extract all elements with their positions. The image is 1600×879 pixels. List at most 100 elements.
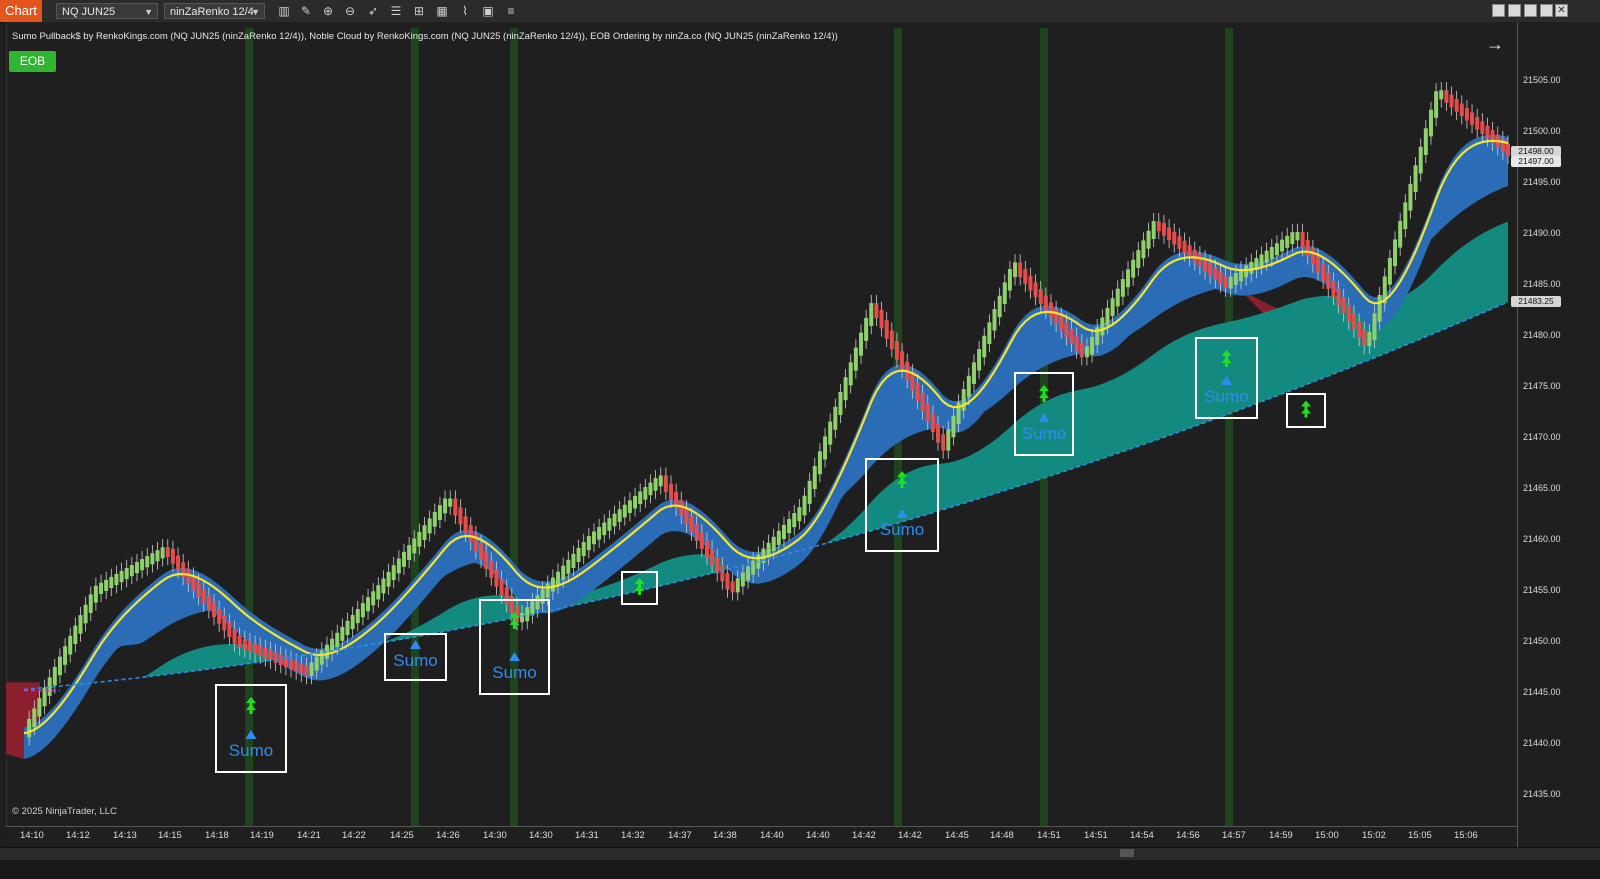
- bear-candle: [1064, 322, 1069, 338]
- bear-candle: [1485, 125, 1490, 139]
- bull-candle: [1280, 239, 1285, 252]
- bull-candle: [1428, 109, 1433, 137]
- bull-candle: [817, 451, 822, 475]
- bear-candle: [1480, 121, 1485, 134]
- bull-candle: [971, 362, 976, 384]
- bull-candle: [1290, 232, 1295, 245]
- bear-candle: [211, 602, 216, 618]
- bear-candle: [453, 498, 458, 516]
- bear-candle: [186, 568, 191, 584]
- bull-candle: [376, 585, 381, 600]
- bull-candle: [114, 573, 119, 586]
- bear-candle: [1213, 267, 1218, 281]
- bear-candle: [1177, 236, 1182, 249]
- bear-candle: [900, 351, 905, 370]
- price-tick-label: 21435.00: [1523, 788, 1561, 799]
- bear-candle: [1351, 313, 1356, 330]
- horizontal-scrollbar[interactable]: [0, 847, 1600, 860]
- sumo-signal-label: Sumo: [393, 651, 437, 670]
- sumo-signal-label: Sumo: [1022, 424, 1066, 443]
- bear-candle: [715, 556, 720, 574]
- bull-candle: [1249, 261, 1254, 274]
- bull-candle: [150, 553, 155, 565]
- bull-candle: [109, 576, 114, 589]
- bull-candle: [807, 480, 812, 504]
- bull-candle: [653, 478, 658, 491]
- bull-candle: [1377, 294, 1382, 322]
- bear-candle: [874, 303, 879, 319]
- bull-candle: [432, 511, 437, 527]
- bear-candle: [273, 652, 278, 663]
- bear-candle: [1161, 222, 1166, 236]
- bull-candle: [612, 513, 617, 527]
- bull-candle: [1387, 257, 1392, 285]
- bear-candle: [925, 403, 930, 422]
- bear-candle: [458, 507, 463, 525]
- arrow-right-icon[interactable]: →: [1486, 34, 1504, 55]
- time-tick-label: 14:30: [529, 830, 553, 841]
- bull-candle: [386, 571, 391, 587]
- bull-candle: [545, 583, 550, 598]
- time-tick-label: 15:00: [1315, 830, 1339, 841]
- bull-candle: [581, 541, 586, 557]
- bull-candle: [797, 507, 802, 522]
- bear-candle: [1043, 295, 1048, 311]
- bull-candle: [448, 498, 453, 507]
- time-tick-label: 15:02: [1362, 830, 1386, 841]
- bull-candle: [88, 594, 93, 613]
- bull-candle: [1403, 202, 1408, 230]
- bear-candle: [299, 663, 304, 674]
- bull-candle: [648, 482, 653, 496]
- copyright-text: © 2025 NinjaTrader, LLC: [12, 806, 117, 817]
- bear-candle: [509, 596, 514, 614]
- bull-candle: [530, 601, 535, 616]
- scrollbar-thumb[interactable]: [1120, 849, 1134, 857]
- bull-candle: [52, 667, 57, 686]
- bull-candle: [633, 495, 638, 509]
- bull-candle: [1269, 247, 1274, 259]
- bear-candle: [304, 665, 309, 677]
- bear-candle: [1316, 256, 1321, 273]
- bear-candle: [1223, 276, 1228, 289]
- time-tick-label: 14:38: [713, 830, 737, 841]
- bull-candle: [787, 519, 792, 534]
- bear-candle: [710, 548, 715, 566]
- time-tick-label: 14:51: [1084, 830, 1108, 841]
- bull-candle: [740, 572, 745, 587]
- bull-candle: [366, 597, 371, 612]
- bull-candle: [27, 718, 32, 738]
- bear-candle: [1475, 116, 1480, 130]
- bear-candle: [463, 516, 468, 534]
- bull-candle: [566, 559, 571, 574]
- bull-candle: [1105, 307, 1110, 326]
- signal-band: [411, 28, 419, 826]
- time-tick-label: 14:42: [852, 830, 876, 841]
- bear-candle: [684, 508, 689, 525]
- bear-candle: [1449, 94, 1454, 108]
- bear-candle: [1054, 309, 1059, 324]
- bull-candle: [391, 565, 396, 581]
- price-tick-label: 21450.00: [1523, 635, 1561, 646]
- bear-candle: [936, 423, 941, 443]
- bull-candle: [597, 527, 602, 540]
- bear-candle: [1018, 262, 1023, 278]
- bull-candle: [422, 525, 427, 541]
- bear-candle: [930, 413, 935, 433]
- bear-candle: [1362, 329, 1367, 347]
- price-chart[interactable]: Sumo Sumo Sumo Sumo Sumo Sumo: [0, 0, 1600, 879]
- bear-candle: [894, 340, 899, 360]
- bull-candle: [1285, 235, 1290, 248]
- price-tick-label: 21455.00: [1523, 584, 1561, 595]
- bear-candle: [1069, 329, 1074, 344]
- bull-candle: [1126, 269, 1131, 288]
- bull-candle: [828, 421, 833, 445]
- bear-candle: [730, 581, 735, 593]
- bear-candle: [1167, 227, 1172, 241]
- bear-candle: [1357, 321, 1362, 338]
- bull-candle: [735, 578, 740, 593]
- eob-button[interactable]: EOB: [9, 51, 56, 72]
- bull-candle: [63, 646, 68, 665]
- bull-candle: [134, 562, 139, 574]
- time-tick-label: 14:12: [66, 830, 90, 841]
- bear-candle: [196, 582, 201, 598]
